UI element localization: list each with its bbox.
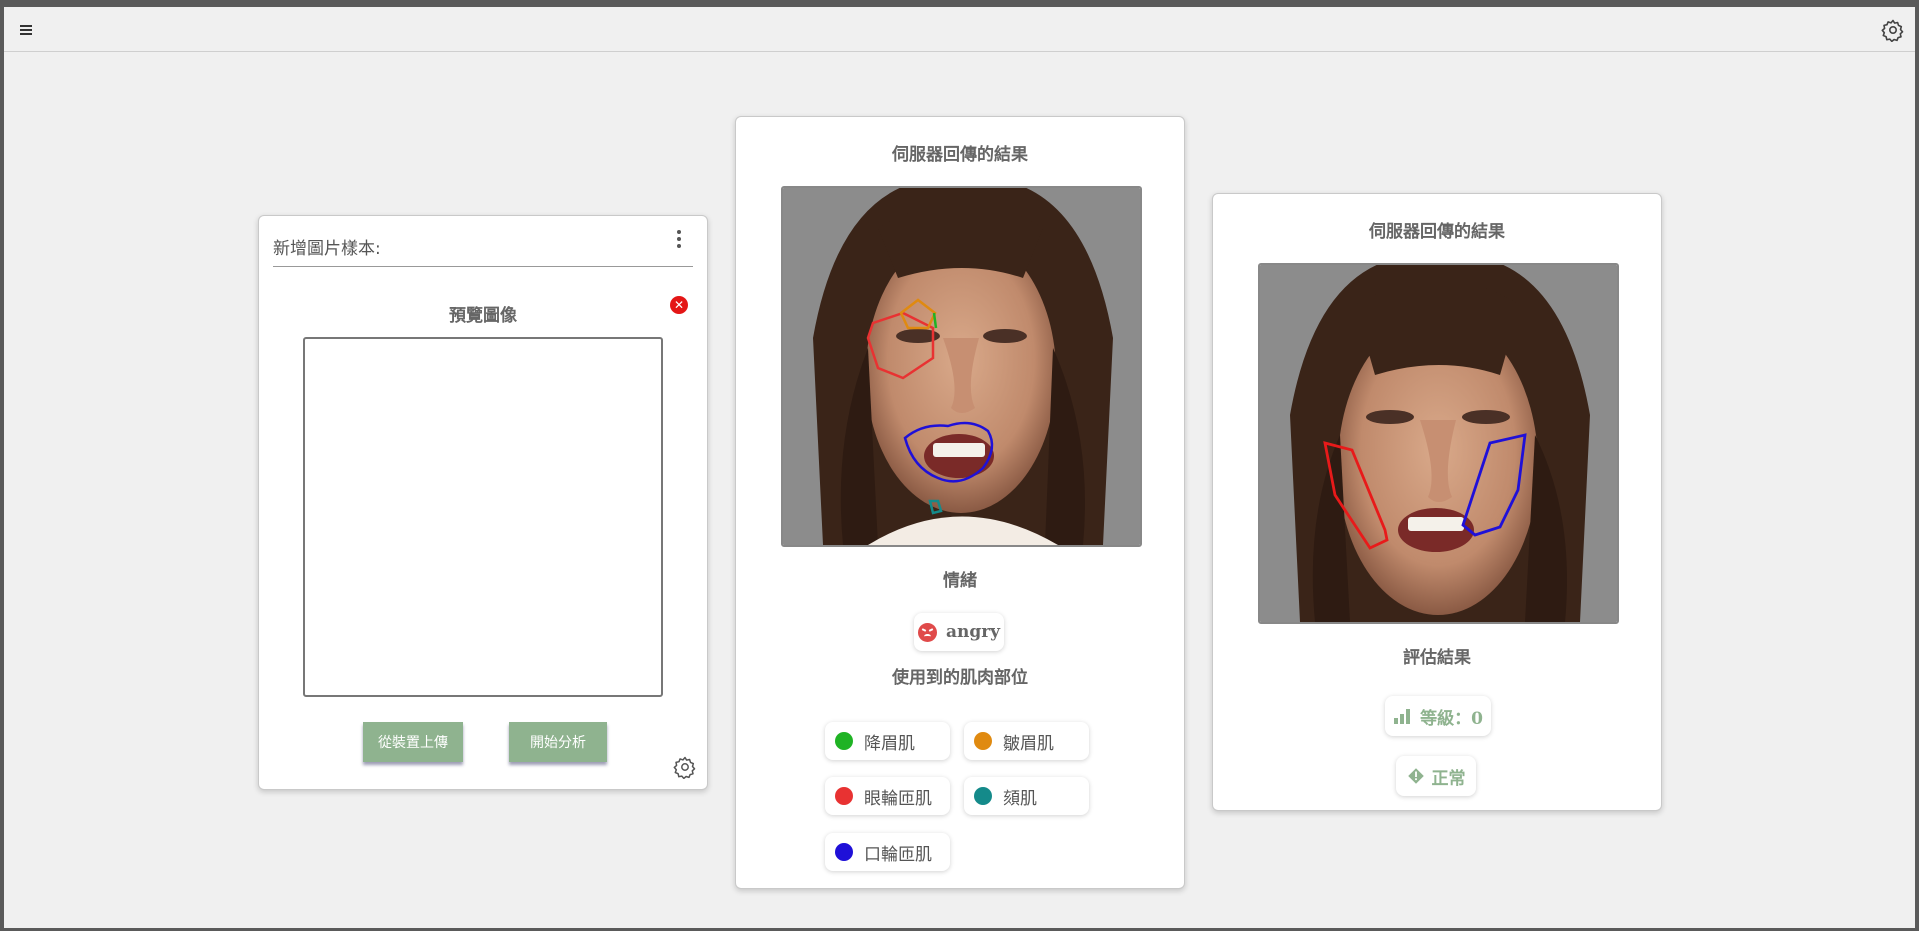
level-text: 等級：0 (1420, 708, 1483, 729)
status-chip: 正常 (1396, 756, 1476, 796)
green-dot-icon (835, 732, 853, 750)
orange-dot-icon (974, 732, 992, 750)
upload-card: 新增圖片樣本: ✕ 預覽圖像 從裝置上傳 開始分析 (258, 215, 708, 790)
teal-dot-icon (974, 787, 992, 805)
angry-face-icon (917, 622, 937, 642)
top-bar (4, 7, 1915, 52)
muscle-chip-procerus[interactable]: 降眉肌 (825, 722, 950, 760)
annotated-face-image (781, 186, 1142, 547)
preview-label: 預覽圖像 (449, 306, 517, 326)
muscle-chip-orbicularis-oculi[interactable]: 眼輪匝肌 (825, 777, 950, 815)
upload-from-device-button[interactable]: 從裝置上傳 (363, 722, 463, 762)
muscles-label: 使用到的肌肉部位 (892, 668, 1028, 688)
bar-chart-icon (1394, 709, 1411, 724)
emotion-label: 情緒 (943, 571, 977, 591)
result-card-emotion: 伺服器回傳的結果 情緒 angry 使用到的肌肉部位 降眉肌 皺眉肌 眼輪匝肌 … (735, 116, 1185, 889)
kebab-menu-icon[interactable] (675, 228, 683, 250)
blue-dot-icon (835, 843, 853, 861)
upload-card-title: 新增圖片樣本: (273, 239, 381, 259)
assessment-label: 評估結果 (1403, 648, 1471, 668)
result-heading: 伺服器回傳的結果 (1369, 222, 1505, 242)
muscle-label: 皺眉肌 (1003, 733, 1054, 754)
annotated-face-image (1258, 263, 1619, 624)
muscle-chip-mentalis[interactable]: 頦肌 (964, 777, 1089, 815)
gear-icon[interactable] (1881, 18, 1905, 43)
muscle-label: 眼輪匝肌 (864, 788, 932, 809)
start-analysis-button[interactable]: 開始分析 (509, 722, 607, 762)
diamond-alert-icon (1407, 768, 1424, 784)
result-card-assessment: 伺服器回傳的結果 評估結果 等級：0 正常 (1212, 193, 1662, 811)
status-text: 正常 (1431, 768, 1466, 789)
emotion-value: angry (945, 622, 1001, 642)
muscle-label: 口輪匝肌 (864, 844, 932, 865)
image-preview-area (303, 337, 663, 697)
level-chip: 等級：0 (1385, 696, 1491, 736)
hamburger-menu-icon[interactable] (16, 19, 38, 41)
app-window: 新增圖片樣本: ✕ 預覽圖像 從裝置上傳 開始分析 伺服器回傳的結果 情緒 an… (4, 7, 1915, 928)
emotion-chip: angry (914, 613, 1004, 651)
muscle-chip-orbicularis-oris[interactable]: 口輪匝肌 (825, 833, 950, 871)
red-dot-icon (835, 787, 853, 805)
muscle-label: 頦肌 (1003, 788, 1037, 809)
gear-icon[interactable] (673, 755, 697, 780)
result-heading: 伺服器回傳的結果 (892, 145, 1028, 165)
muscle-chip-corrugator[interactable]: 皺眉肌 (964, 722, 1089, 760)
upload-card-header: 新增圖片樣本: (273, 216, 693, 267)
muscle-label: 降眉肌 (864, 733, 915, 754)
